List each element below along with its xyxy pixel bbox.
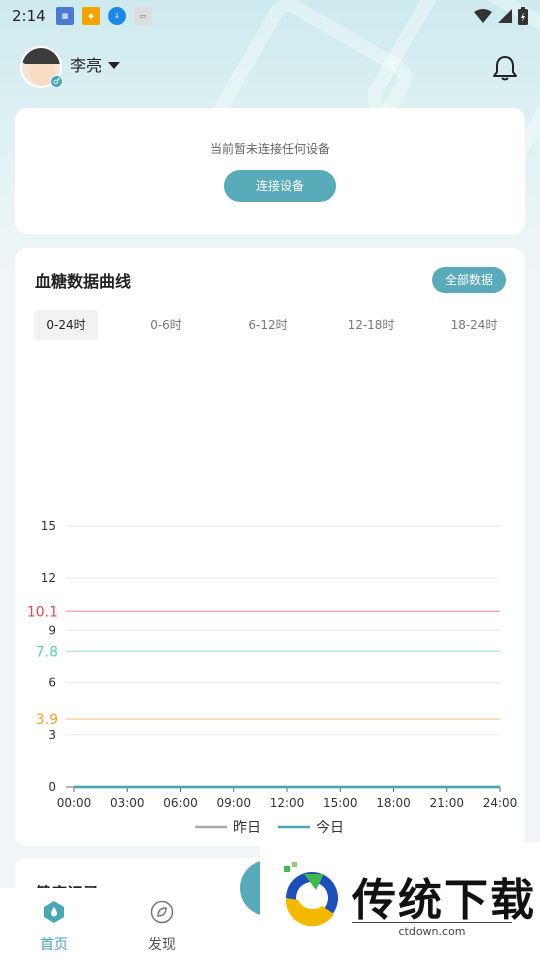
- leaf-icon: [150, 900, 174, 924]
- glucose-chart-card: 血糖数据曲线 全部数据 0-24时 0-6时 6-12时 12-18时 18-2…: [15, 248, 525, 846]
- x-tick-label: 15:00: [323, 796, 358, 810]
- tab-label: 首页: [40, 937, 68, 953]
- y-tick-label: 12: [41, 571, 56, 585]
- chevron-down-icon[interactable]: [108, 62, 120, 69]
- signal-icon: [498, 9, 512, 23]
- y-tick-label: 3: [48, 728, 56, 742]
- watermark-url: ctdown.com: [352, 922, 512, 938]
- user-name[interactable]: 李亮: [70, 52, 102, 76]
- reference-label: 10.1: [27, 604, 58, 620]
- tab-label: 发现: [148, 937, 176, 953]
- app-notification-icon: ▦: [56, 7, 74, 25]
- avatar-hair: [22, 48, 60, 64]
- y-tick-label: 6: [48, 676, 56, 690]
- wifi-icon: [474, 9, 492, 23]
- download-icon: ↓: [108, 7, 126, 25]
- watermark-title: 传统下载: [352, 875, 536, 926]
- x-tick-label: 12:00: [270, 796, 305, 810]
- glucose-line-chart: 0 3 6 9 12 15 10.1 7.8 3.9 00:00 03:00 06:00 09:00 12…: [27, 519, 518, 836]
- water-drop-icon: [44, 901, 64, 923]
- x-tick-label: 18:00: [376, 796, 411, 810]
- app-notification-icon: ▭: [134, 7, 152, 25]
- y-tick-label: 15: [41, 519, 56, 533]
- no-device-message: 当前暂未连接任何设备: [209, 142, 330, 156]
- tab-home[interactable]: 首页: [24, 900, 84, 954]
- app-notification-icon: ◆: [82, 7, 100, 25]
- legend-label: 今日: [316, 820, 344, 836]
- x-tick-label: 21:00: [429, 796, 464, 810]
- y-tick-label: 0: [48, 780, 56, 794]
- connect-device-button[interactable]: 连接设备: [224, 170, 336, 202]
- status-time: 2:14: [12, 7, 46, 25]
- reference-label: 3.9: [36, 712, 58, 728]
- x-tick-label: 00:00: [57, 796, 92, 810]
- tab-discover[interactable]: 发现: [132, 900, 192, 954]
- x-tick-label: 06:00: [163, 796, 198, 810]
- gender-badge-icon: ♂: [50, 75, 63, 88]
- reference-label: 7.8: [36, 644, 58, 660]
- x-tick-label: 09:00: [216, 796, 251, 810]
- bell-icon[interactable]: [492, 54, 518, 82]
- watermark: 传统下载 ctdown.com: [260, 842, 540, 960]
- y-tick-label: 9: [48, 623, 56, 637]
- legend-label: 昨日: [233, 820, 261, 836]
- x-tick-label: 03:00: [110, 796, 145, 810]
- x-tick-label: 24:00: [483, 796, 518, 810]
- device-card: 当前暂未连接任何设备 连接设备: [15, 108, 525, 234]
- watermark-logo-icon: [284, 862, 338, 927]
- battery-icon: [518, 7, 528, 25]
- status-bar: 2:14 ▦ ◆ ↓ ▭: [0, 0, 540, 32]
